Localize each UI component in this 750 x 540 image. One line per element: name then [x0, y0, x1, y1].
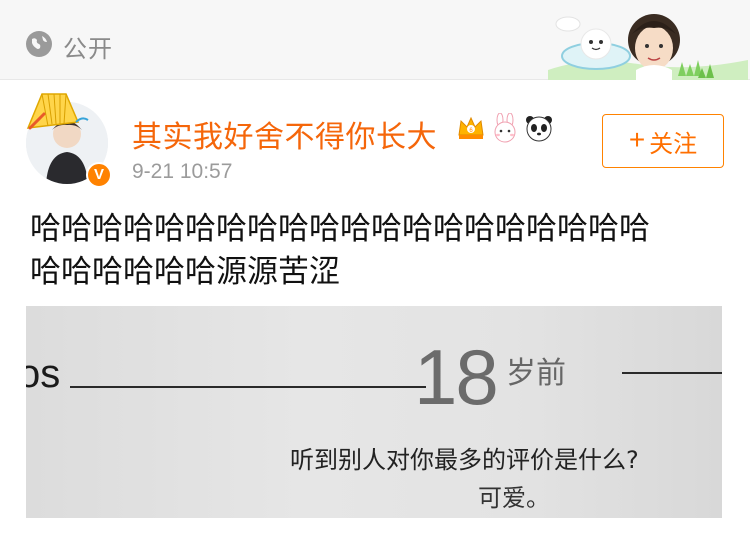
crown-badge-icon[interactable]: 6 — [456, 113, 486, 143]
decoration-card — [548, 4, 748, 80]
post-text: 哈哈哈哈哈哈哈哈哈哈哈哈哈哈哈哈哈哈哈哈 哈哈哈哈哈哈源源苦涩 — [30, 208, 720, 294]
verified-badge: V — [86, 162, 112, 188]
visibility-label: 公开 — [63, 35, 113, 63]
visibility-bar: 公开 — [0, 0, 750, 80]
avatar[interactable]: V — [22, 93, 112, 188]
post-timestamp: 9-21 10:57 — [132, 160, 233, 183]
image-age-suffix: 岁前 — [506, 356, 566, 391]
image-underline — [622, 372, 722, 374]
post-text-line: 哈哈哈哈哈哈哈哈哈哈哈哈哈哈哈哈哈哈哈哈 — [30, 211, 650, 247]
image-text-prefix: os — [26, 352, 61, 396]
author-name[interactable]: 其实我好舍不得你长大 — [132, 112, 437, 156]
image-answer: 可爱。 — [478, 484, 550, 512]
image-underline — [70, 386, 426, 388]
plus-icon: + — [628, 124, 646, 155]
bunny-badge-icon[interactable] — [490, 113, 520, 143]
follow-button-label: 关注 — [649, 130, 698, 158]
follow-button[interactable]: + 关注 — [602, 114, 724, 168]
image-question: 听到别人对你最多的评价是什么? — [290, 446, 639, 474]
image-age-number: 18 — [414, 333, 499, 421]
author-badges: 6 — [456, 113, 554, 143]
globe-icon — [26, 31, 52, 57]
post-image[interactable]: os 18 岁前 听到别人对你最多的评价是什么? 可爱。 — [26, 306, 722, 518]
fan-frame-icon — [26, 93, 89, 130]
post-text-line: 哈哈哈哈哈哈源源苦涩 — [30, 254, 340, 290]
panda-badge-icon[interactable] — [524, 113, 554, 143]
